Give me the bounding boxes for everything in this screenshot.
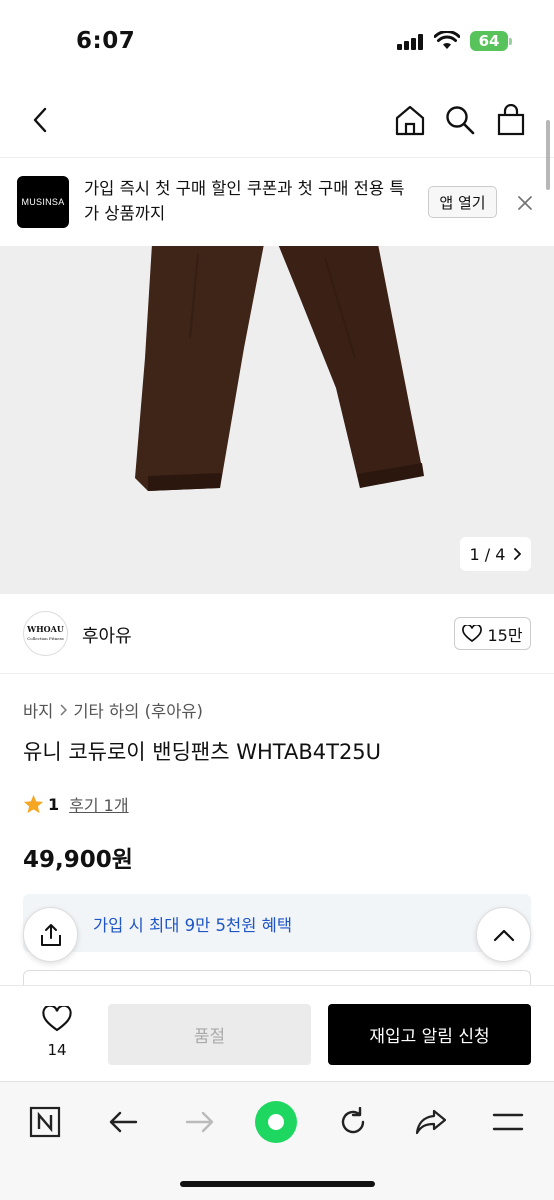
banner-close-button[interactable]: [514, 192, 536, 214]
menu-button[interactable]: [485, 1099, 531, 1145]
heart-icon: [462, 624, 483, 642]
browser-back-button[interactable]: [100, 1099, 146, 1145]
brand-logo-subtext: Collection Fitness: [27, 635, 64, 641]
arrow-left-icon: [109, 1111, 138, 1133]
home-icon: [395, 105, 425, 136]
wifi-icon: [434, 31, 460, 49]
brand-logo-text: WHOAU: [27, 623, 64, 634]
review-link[interactable]: 후기 1개: [69, 792, 128, 816]
chevron-right-icon: [60, 704, 68, 716]
restock-alert-button[interactable]: 재입고 알림 신청: [328, 1004, 531, 1065]
rating-value: 1: [48, 794, 60, 814]
app-install-banner: MUSINSA 가입 즉시 첫 구매 할인 쿠폰과 첫 구매 전용 특가 상품까…: [0, 158, 554, 246]
search-icon: [446, 106, 475, 135]
benefit-text: 가입 시 최대 9만 5천원 혜택: [93, 916, 293, 935]
browser-share-button[interactable]: [408, 1099, 454, 1145]
close-icon: [518, 196, 532, 210]
product-price: 49,900원: [23, 847, 133, 873]
cart-button[interactable]: [491, 100, 531, 140]
wishlist-count: 14: [47, 1041, 67, 1059]
open-app-button[interactable]: 앱 열기: [428, 186, 497, 218]
image-counter-label: 1 / 4: [469, 544, 506, 564]
chevron-up-icon: [493, 929, 514, 941]
heart-icon: [42, 1004, 72, 1032]
hamburger-menu-icon: [492, 1113, 524, 1131]
scrollbar[interactable]: [546, 120, 550, 190]
share-icon: [40, 923, 61, 946]
home-indicator: [180, 1181, 375, 1187]
browser-forward-button[interactable]: [177, 1099, 223, 1145]
cellular-signal-icon: [397, 34, 425, 50]
brand-name[interactable]: 후아유: [82, 622, 132, 648]
purchase-bar: 14 품절 재입고 알림 신청: [0, 985, 554, 1081]
back-button[interactable]: [20, 100, 60, 140]
breadcrumb-item[interactable]: 기타 하의 (후아유): [73, 698, 203, 722]
brand-like-count: 15만: [487, 625, 523, 645]
naver-n-icon: [29, 1106, 61, 1138]
home-button[interactable]: [390, 100, 430, 140]
star-icon: [23, 794, 44, 814]
musinsa-logo: MUSINSA: [17, 176, 69, 228]
status-time: 6:07: [76, 28, 136, 54]
signup-benefit-banner[interactable]: 가입 시 최대 9만 5천원 혜택: [23, 894, 531, 952]
status-bar: 6:07 64: [0, 0, 554, 82]
chevron-right-icon: [514, 548, 522, 560]
brand-logo: WHOAU Collection Fitness: [23, 611, 68, 656]
product-title: 유니 코듀로이 밴딩팬츠 WHTAB4T25U: [23, 740, 382, 764]
refresh-button[interactable]: [330, 1099, 376, 1145]
top-navigation: [0, 82, 554, 158]
chevron-left-icon: [33, 107, 47, 133]
wishlist-button[interactable]: 14: [22, 1004, 92, 1059]
browser-toolbar: [0, 1081, 554, 1200]
green-dot-icon: [255, 1101, 297, 1143]
shopping-bag-icon: [497, 104, 525, 136]
brand-row[interactable]: WHOAU Collection Fitness 후아유 15만: [0, 594, 554, 674]
search-button[interactable]: [440, 100, 480, 140]
breadcrumb-item[interactable]: 바지: [23, 698, 53, 722]
image-counter[interactable]: 1 / 4: [460, 537, 531, 571]
scroll-top-button[interactable]: [476, 907, 531, 962]
arrow-right-icon: [185, 1111, 214, 1133]
review-summary: 1 후기 1개: [23, 792, 129, 816]
naver-home-button[interactable]: [22, 1099, 68, 1145]
green-dot-button[interactable]: [253, 1099, 299, 1145]
refresh-icon: [341, 1107, 365, 1134]
forward-share-icon: [415, 1109, 447, 1135]
share-button[interactable]: [23, 907, 78, 962]
breadcrumb: 바지 기타 하의 (후아유): [23, 698, 203, 722]
soldout-button: 품절: [108, 1004, 311, 1065]
brand-like-button[interactable]: 15만: [454, 617, 531, 650]
battery-icon: 64: [470, 31, 512, 51]
banner-message: 가입 즉시 첫 구매 할인 쿠폰과 첫 구매 전용 특가 상품까지: [84, 179, 405, 223]
